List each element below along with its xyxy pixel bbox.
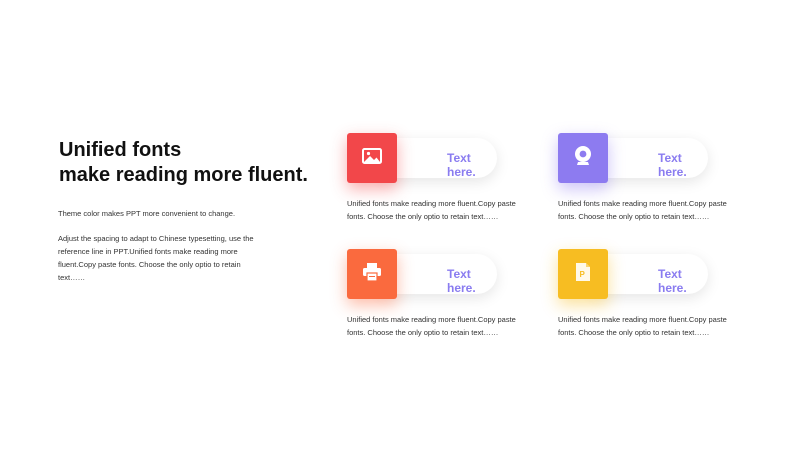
icon-tile (347, 133, 397, 183)
card-description: Unified fonts make reading more fluent.C… (558, 199, 727, 221)
title-line-2: make reading more fluent. (59, 164, 308, 186)
pill-label: Text here. (658, 151, 687, 179)
svg-text:P: P (580, 270, 586, 279)
icon-tile (347, 249, 397, 299)
icon-tile (558, 133, 608, 183)
image-icon (362, 147, 382, 169)
presentation-file-icon: P (575, 262, 591, 287)
card-description: Unified fonts make reading more fluent.C… (558, 315, 727, 337)
pill-label: Text here. (658, 267, 687, 295)
intro-paragraph-1: Theme color makes PPT more convenient to… (58, 209, 236, 218)
title-line-1: Unified fonts (59, 139, 182, 161)
pill-label: Text here. (447, 267, 476, 295)
card-description: Unified fonts make reading more fluent.C… (347, 315, 516, 337)
intro-paragraph-2: Adjust the spacing to adapt to Chinese t… (58, 234, 254, 282)
page-title: Unified fonts make reading more fluent. (59, 138, 308, 188)
printer-icon (362, 262, 382, 287)
webcam-icon (573, 145, 593, 172)
pill-label: Text here. (447, 151, 476, 179)
card-description: Unified fonts make reading more fluent.C… (347, 199, 516, 221)
icon-tile: P (558, 249, 608, 299)
